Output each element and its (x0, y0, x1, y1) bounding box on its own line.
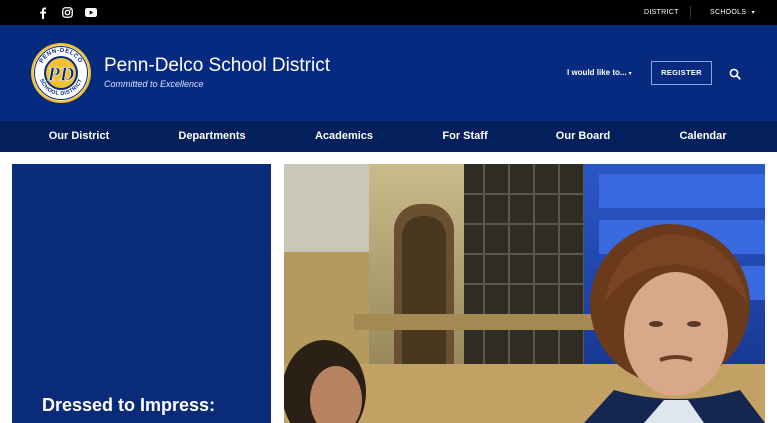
utility-bar: DISTRICT SCHOOLS ▾ (0, 0, 777, 25)
search-icon[interactable] (729, 67, 741, 80)
chevron-down-icon: ▾ (628, 71, 632, 77)
nav-item-departments[interactable]: Departments (178, 121, 245, 152)
nav-item-our-board[interactable]: Our Board (556, 121, 610, 152)
instagram-icon[interactable] (60, 0, 74, 25)
youtube-icon[interactable] (84, 0, 98, 25)
district-logo[interactable]: PENN-DELCO SCHOOL DISTRICT PD (30, 42, 92, 104)
site-tagline: Committed to Excellence (104, 79, 204, 89)
nav-item-calendar[interactable]: Calendar (679, 121, 726, 152)
nav-item-our-district[interactable]: Our District (49, 121, 110, 152)
site-header: PENN-DELCO SCHOOL DISTRICT PD Penn-Delco… (0, 25, 777, 121)
feature-title: Dressed to Impress: (42, 395, 216, 415)
schools-label: SCHOOLS (710, 9, 747, 16)
nav-item-academics[interactable]: Academics (315, 121, 373, 152)
register-button[interactable]: REGISTER (651, 61, 712, 85)
schools-dropdown[interactable]: SCHOOLS ▾ (710, 0, 755, 25)
chevron-down-icon: ▾ (751, 10, 755, 16)
nav-item-for-staff[interactable]: For Staff (442, 121, 487, 152)
district-link[interactable]: DISTRICT (644, 0, 679, 25)
i-would-like-to-dropdown[interactable]: I would like to... ▾ (567, 68, 632, 77)
feature-photo (284, 164, 765, 423)
feature-card[interactable]: Dressed to Impress: (12, 164, 271, 423)
topbar-divider (690, 6, 691, 19)
site-title[interactable]: Penn-Delco School District (104, 55, 330, 77)
logo-monogram: PD (47, 64, 75, 86)
i-would-like-label: I would like to... (567, 68, 627, 77)
main-nav: Our District Departments Academics For S… (0, 121, 777, 152)
facebook-icon[interactable] (36, 0, 50, 25)
